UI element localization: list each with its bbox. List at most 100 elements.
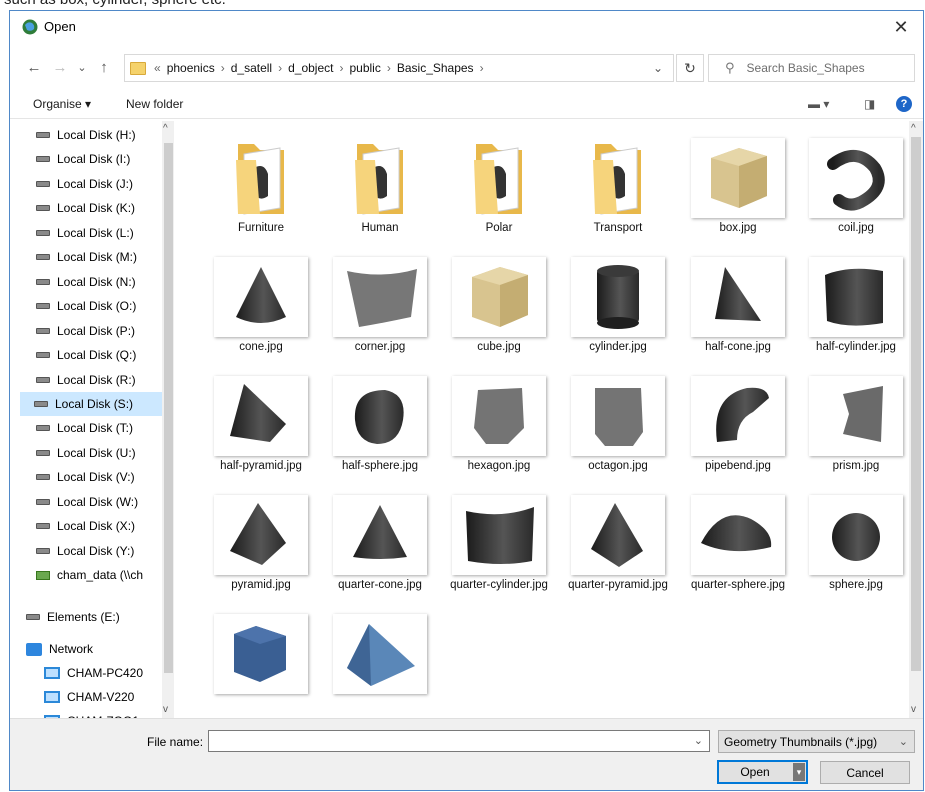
sidebar-item-drive[interactable]: Local Disk (V:) <box>22 465 162 489</box>
file-item-sphere[interactable]: sphere.jpg <box>795 490 907 606</box>
organise-menu[interactable]: Organise ▾ <box>33 97 91 111</box>
sidebar-item-drive[interactable]: Local Disk (S:) <box>20 391 162 416</box>
breadcrumb-separator[interactable]: › <box>480 61 484 75</box>
folder-item-furniture[interactable]: Furniture <box>200 133 312 249</box>
half-sphere-shape <box>354 390 404 444</box>
file-item-cube[interactable]: cube.jpg <box>438 252 550 368</box>
file-item-hexagon[interactable]: hexagon.jpg <box>438 371 550 487</box>
file-item-quarter-cylinder[interactable]: quarter-cylinder.jpg <box>438 490 550 606</box>
navigation-pane-scrollbar[interactable]: ^ v <box>162 121 174 718</box>
up-button[interactable]: ↑ <box>94 57 114 77</box>
sidebar-item-drive[interactable]: Local Disk (J:) <box>22 172 162 196</box>
file-item-cone[interactable]: cone.jpg <box>200 252 312 368</box>
sidebar-item-drive[interactable]: Local Disk (T:) <box>22 416 162 440</box>
quarter-pyramid-shape <box>591 503 643 567</box>
sidebar-item-drive[interactable]: Local Disk (H:) <box>22 123 162 147</box>
folder-item-polar[interactable]: Polar <box>438 133 550 249</box>
breadcrumb-separator[interactable]: › <box>339 61 343 75</box>
file-name-label: hexagon.jpg <box>467 460 531 472</box>
sidebar-item-drive[interactable]: Local Disk (P:) <box>22 319 162 343</box>
breadcrumb-d-object[interactable]: d_object <box>288 61 333 75</box>
back-button[interactable]: ← <box>24 57 44 77</box>
navigation-pane: Local Disk (H:) Local Disk (I:) Local Disk… <box>10 121 174 718</box>
sidebar-item-drive[interactable]: Local Disk (M:) <box>22 245 162 269</box>
folder-item-human[interactable]: Human <box>319 133 431 249</box>
sidebar-item-drive[interactable]: Local Disk (O:) <box>22 294 162 318</box>
scrollbar-thumb[interactable] <box>164 143 173 673</box>
file-name-label: cone.jpg <box>239 341 283 353</box>
search-input[interactable]: ⚲ Search Basic_Shapes <box>708 54 915 82</box>
file-item-bluebox[interactable] <box>200 609 312 718</box>
sidebar-item-drive[interactable]: Local Disk (U:) <box>22 441 162 465</box>
scroll-up-icon[interactable]: ^ <box>163 123 168 134</box>
breadcrumb-d-satell[interactable]: d_satell <box>231 61 272 75</box>
breadcrumb-phoenics[interactable]: phoenics <box>167 61 215 75</box>
sidebar-item-elements[interactable]: Elements (E:) <box>22 605 162 629</box>
sidebar-item-cham-data[interactable]: cham_data (\\ch <box>22 563 162 587</box>
file-item-quarter-sphere[interactable]: quarter-sphere.jpg <box>677 490 789 606</box>
file-item-pipebend[interactable]: pipebend.jpg <box>677 371 789 487</box>
address-bar[interactable]: « phoenics › d_satell › d_object › publi… <box>124 54 674 82</box>
breadcrumb-separator[interactable]: › <box>387 61 391 75</box>
sidebar-item-drive[interactable]: Local Disk (Q:) <box>22 343 162 367</box>
cancel-button[interactable]: Cancel <box>820 761 910 784</box>
file-item-coil[interactable]: coil.jpg <box>795 133 907 249</box>
forward-button[interactable]: → <box>50 57 70 77</box>
file-name-label: pyramid.jpg <box>231 579 291 591</box>
scrollbar-thumb[interactable] <box>911 137 921 671</box>
preview-pane-icon[interactable]: ◨ <box>864 97 875 111</box>
sidebar-item-computer[interactable]: CHAM-PC420 <box>22 661 162 685</box>
recent-locations-button[interactable]: ⌄ <box>72 57 92 77</box>
file-item-prism[interactable]: prism.jpg <box>795 371 907 487</box>
sidebar-item-label: CHAM-PC420 <box>67 666 144 680</box>
open-button-label: Open <box>740 765 770 779</box>
quarter-cone-shape <box>353 505 407 559</box>
file-item-bluewedge[interactable] <box>319 609 431 718</box>
sidebar-item-drive[interactable]: Local Disk (K:) <box>22 196 162 220</box>
file-list-scrollbar[interactable]: ^ v <box>909 121 923 718</box>
file-type-dropdown-icon[interactable]: ⌄ <box>899 735 908 748</box>
sidebar-item-drive[interactable]: Local Disk (R:) <box>22 368 162 392</box>
file-item-corner[interactable]: corner.jpg <box>319 252 431 368</box>
address-dropdown-icon[interactable]: ⌄ <box>653 61 663 75</box>
file-type-select[interactable]: Geometry Thumbnails (*.jpg) ⌄ <box>718 730 915 753</box>
file-item-cylinder[interactable]: cylinder.jpg <box>557 252 669 368</box>
sidebar-item-drive[interactable]: Local Disk (W:) <box>22 490 162 514</box>
scroll-down-icon[interactable]: v <box>911 704 916 715</box>
breadcrumb-separator[interactable]: › <box>278 61 282 75</box>
open-options-icon[interactable]: ▾ <box>793 763 805 781</box>
scroll-down-icon[interactable]: v <box>163 704 168 715</box>
file-item-half-pyramid[interactable]: half-pyramid.jpg <box>200 371 312 487</box>
file-item-quarter-pyramid[interactable]: quarter-pyramid.jpg <box>557 490 669 606</box>
new-folder-button[interactable]: New folder <box>126 97 183 111</box>
cone-shape <box>236 267 286 323</box>
file-item-half-cylinder[interactable]: half-cylinder.jpg <box>795 252 907 368</box>
file-item-pyramid[interactable]: pyramid.jpg <box>200 490 312 606</box>
folder-item-transport[interactable]: Transport <box>557 133 669 249</box>
scroll-up-icon[interactable]: ^ <box>911 123 916 134</box>
sidebar-item-network[interactable]: Network <box>22 637 162 661</box>
sidebar-item-computer[interactable]: CHAM-V220 <box>22 685 162 709</box>
file-name-input[interactable]: ⌄ <box>208 730 710 752</box>
sidebar-item-computer[interactable]: CHAM-ZOO1 <box>22 709 162 718</box>
sidebar-item-drive[interactable]: Local Disk (L:) <box>22 221 162 245</box>
file-item-octagon[interactable]: octagon.jpg <box>557 371 669 487</box>
file-item-half-cone[interactable]: half-cone.jpg <box>677 252 789 368</box>
file-item-box[interactable]: box.jpg <box>677 133 789 249</box>
help-icon[interactable]: ? <box>896 96 912 112</box>
breadcrumb-basic-shapes[interactable]: Basic_Shapes <box>397 61 474 75</box>
sidebar-item-drive[interactable]: Local Disk (Y:) <box>22 539 162 563</box>
view-options-icon[interactable]: ▬ ▾ <box>808 97 829 111</box>
sidebar-item-drive[interactable]: Local Disk (X:) <box>22 514 162 538</box>
sidebar-item-drive[interactable]: Local Disk (I:) <box>22 147 162 171</box>
open-button[interactable]: Open ▾ <box>717 760 808 784</box>
sidebar-item-drive[interactable]: Local Disk (N:) <box>22 270 162 294</box>
breadcrumb-public[interactable]: public <box>349 61 380 75</box>
breadcrumb-separator[interactable]: › <box>221 61 225 75</box>
breadcrumb-overflow[interactable]: « <box>154 61 161 75</box>
file-name-dropdown-icon[interactable]: ⌄ <box>694 734 703 747</box>
file-item-quarter-cone[interactable]: quarter-cone.jpg <box>319 490 431 606</box>
close-button[interactable]: ✕ <box>879 11 923 43</box>
file-item-half-sphere[interactable]: half-sphere.jpg <box>319 371 431 487</box>
refresh-button[interactable]: ↻ <box>676 54 704 82</box>
